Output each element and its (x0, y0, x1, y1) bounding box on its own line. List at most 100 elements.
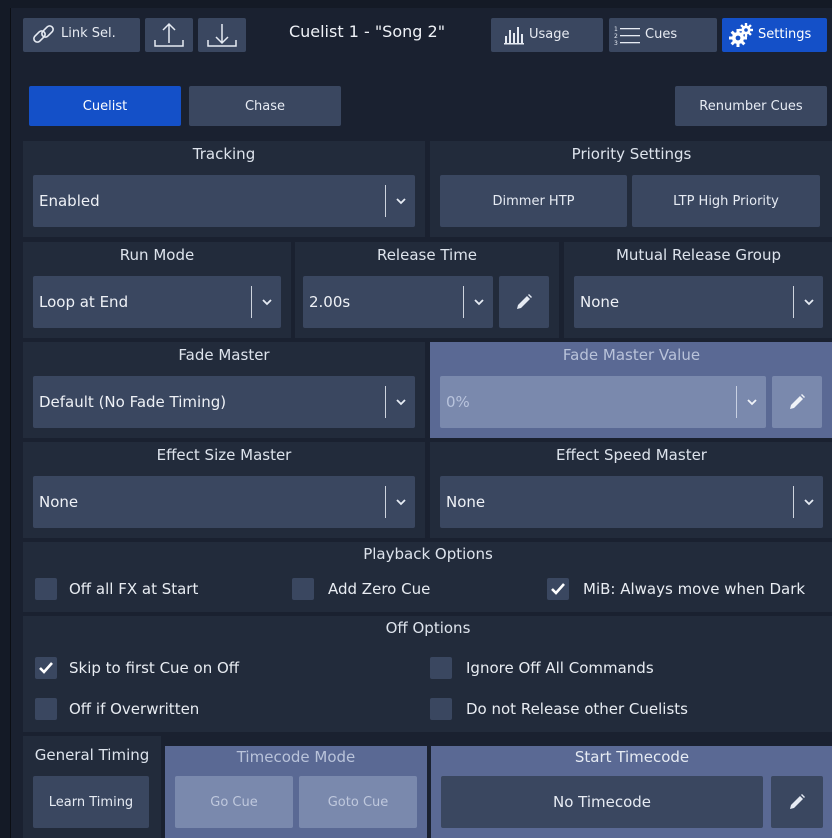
learn-timing-button[interactable]: Learn Timing (33, 776, 149, 828)
effect-size-dropdown[interactable]: None (33, 476, 415, 528)
tracking-dropdown[interactable]: Enabled (33, 175, 415, 227)
cuelist-title: Cuelist 1 - "Song 2" (288, 22, 446, 41)
priority-title: Priority Settings (571, 145, 692, 163)
tracking-panel: Tracking Enabled (23, 141, 425, 237)
fade-master-value-edit-button[interactable] (772, 376, 822, 428)
chevron-down-icon (389, 376, 413, 428)
effect-speed-dropdown[interactable]: None (440, 476, 823, 528)
add-zero-cue-label: Add Zero Cue (328, 580, 431, 598)
chevron-down-icon (467, 276, 491, 328)
bar-chart-icon (504, 27, 524, 45)
cues-label: Cues (645, 27, 678, 42)
start-timecode-edit-button[interactable] (771, 776, 823, 828)
release-time-dropdown[interactable]: 2.00s (303, 276, 493, 328)
fade-master-value-dropdown[interactable]: 0% (440, 376, 766, 428)
pencil-icon (517, 294, 532, 309)
release-time-panel: Release Time 2.00s (295, 242, 559, 338)
effect-speed-title: Effect Speed Master (556, 446, 707, 464)
download-button[interactable] (198, 18, 246, 52)
start-timecode-panel: Start Timecode No Timecode (431, 746, 832, 838)
dropdown-separator (793, 286, 794, 318)
svg-text:2: 2 (614, 33, 618, 40)
off-options-panel: Off Options Skip to first Cue on Off Ign… (23, 616, 832, 732)
ltp-high-priority-button[interactable]: LTP High Priority (632, 175, 820, 227)
run-mode-dropdown[interactable]: Loop at End (33, 276, 281, 328)
chevron-down-icon (255, 276, 279, 328)
tab-chase[interactable]: Chase (189, 86, 341, 126)
general-timing-title: General Timing (34, 746, 150, 764)
skip-first-cue-checkbox[interactable] (35, 657, 57, 679)
mutual-release-value: None (580, 293, 620, 311)
release-time-edit-button[interactable] (499, 276, 549, 328)
settings-button[interactable]: Settings (722, 18, 827, 52)
off-if-overwritten-label: Off if Overwritten (69, 700, 200, 718)
renumber-cues-button[interactable]: Renumber Cues (675, 86, 827, 126)
effect-speed-panel: Effect Speed Master None (430, 442, 832, 538)
link-sel-label: Link Sel. (61, 26, 116, 41)
mib-always-move-label: MiB: Always move when Dark (583, 580, 806, 598)
list-icon: 1 2 3 (614, 26, 640, 47)
chevron-down-icon (389, 476, 413, 528)
ignore-off-all-checkbox[interactable] (430, 657, 452, 679)
tracking-value: Enabled (39, 192, 100, 210)
dropdown-separator (736, 386, 737, 418)
chevron-down-icon (740, 376, 764, 428)
check-icon (551, 583, 565, 595)
upload-button[interactable] (145, 18, 193, 52)
dropdown-separator (251, 286, 252, 318)
fade-master-dropdown[interactable]: Default (No Fade Timing) (33, 376, 415, 428)
release-time-value: 2.00s (309, 293, 351, 311)
cuelist-settings-window: Link Sel. Cuelist 1 - "Song 2" Usage 1 2… (10, 8, 832, 838)
do-not-release-label: Do not Release other Cuelists (466, 700, 688, 718)
off-all-fx-checkbox[interactable] (35, 578, 57, 600)
off-options-title: Off Options (385, 619, 471, 637)
settings-label: Settings (758, 27, 812, 42)
start-timecode-field[interactable]: No Timecode (441, 776, 763, 828)
goto-cue-button[interactable]: Goto Cue (299, 776, 417, 828)
fade-master-panel: Fade Master Default (No Fade Timing) (23, 342, 425, 438)
skip-first-cue-label: Skip to first Cue on Off (69, 659, 240, 677)
run-mode-value: Loop at End (39, 293, 129, 311)
download-icon (207, 24, 237, 47)
playback-options-title: Playback Options (363, 545, 493, 563)
fade-master-value-value: 0% (446, 393, 470, 411)
fade-master-value: Default (No Fade Timing) (39, 393, 227, 411)
off-if-overwritten-checkbox[interactable] (35, 698, 57, 720)
effect-size-title: Effect Size Master (156, 446, 292, 464)
upload-icon (154, 22, 184, 47)
do-not-release-checkbox[interactable] (430, 698, 452, 720)
priority-settings-panel: Priority Settings Dimmer HTP LTP High Pr… (430, 141, 832, 237)
link-sel-button[interactable]: Link Sel. (23, 18, 140, 52)
dropdown-separator (463, 286, 464, 318)
tracking-title: Tracking (192, 145, 256, 163)
tab-cuelist[interactable]: Cuelist (29, 86, 181, 126)
mutual-release-dropdown[interactable]: None (574, 276, 823, 328)
general-timing-panel: General Timing Learn Timing (23, 736, 161, 838)
dimmer-htp-button[interactable]: Dimmer HTP (440, 175, 627, 227)
fade-master-value-panel: Fade Master Value 0% (430, 342, 832, 438)
svg-text:1: 1 (614, 26, 618, 33)
chevron-down-icon (797, 476, 821, 528)
usage-button[interactable]: Usage (491, 18, 603, 52)
effect-size-panel: Effect Size Master None (23, 442, 425, 538)
add-zero-cue-checkbox[interactable] (292, 578, 314, 600)
chevron-down-icon (389, 175, 413, 227)
dropdown-separator (385, 386, 386, 418)
pencil-icon (790, 794, 805, 809)
off-all-fx-label: Off all FX at Start (69, 580, 199, 598)
svg-text:3: 3 (614, 40, 618, 47)
gears-icon (729, 23, 753, 47)
timecode-mode-title: Timecode Mode (236, 748, 356, 766)
check-icon (39, 662, 53, 674)
playback-options-panel: Playback Options Off all FX at Start Add… (23, 542, 832, 612)
start-timecode-title: Start Timecode (574, 748, 690, 766)
mib-always-move-checkbox[interactable] (547, 578, 569, 600)
dropdown-separator (793, 486, 794, 518)
go-cue-button[interactable]: Go Cue (175, 776, 293, 828)
link-icon (33, 25, 54, 43)
pencil-icon (790, 394, 805, 409)
fade-master-title: Fade Master (178, 346, 270, 364)
dropdown-separator (385, 185, 386, 217)
release-time-title: Release Time (376, 246, 478, 264)
cues-button[interactable]: 1 2 3 Cues (609, 18, 717, 52)
